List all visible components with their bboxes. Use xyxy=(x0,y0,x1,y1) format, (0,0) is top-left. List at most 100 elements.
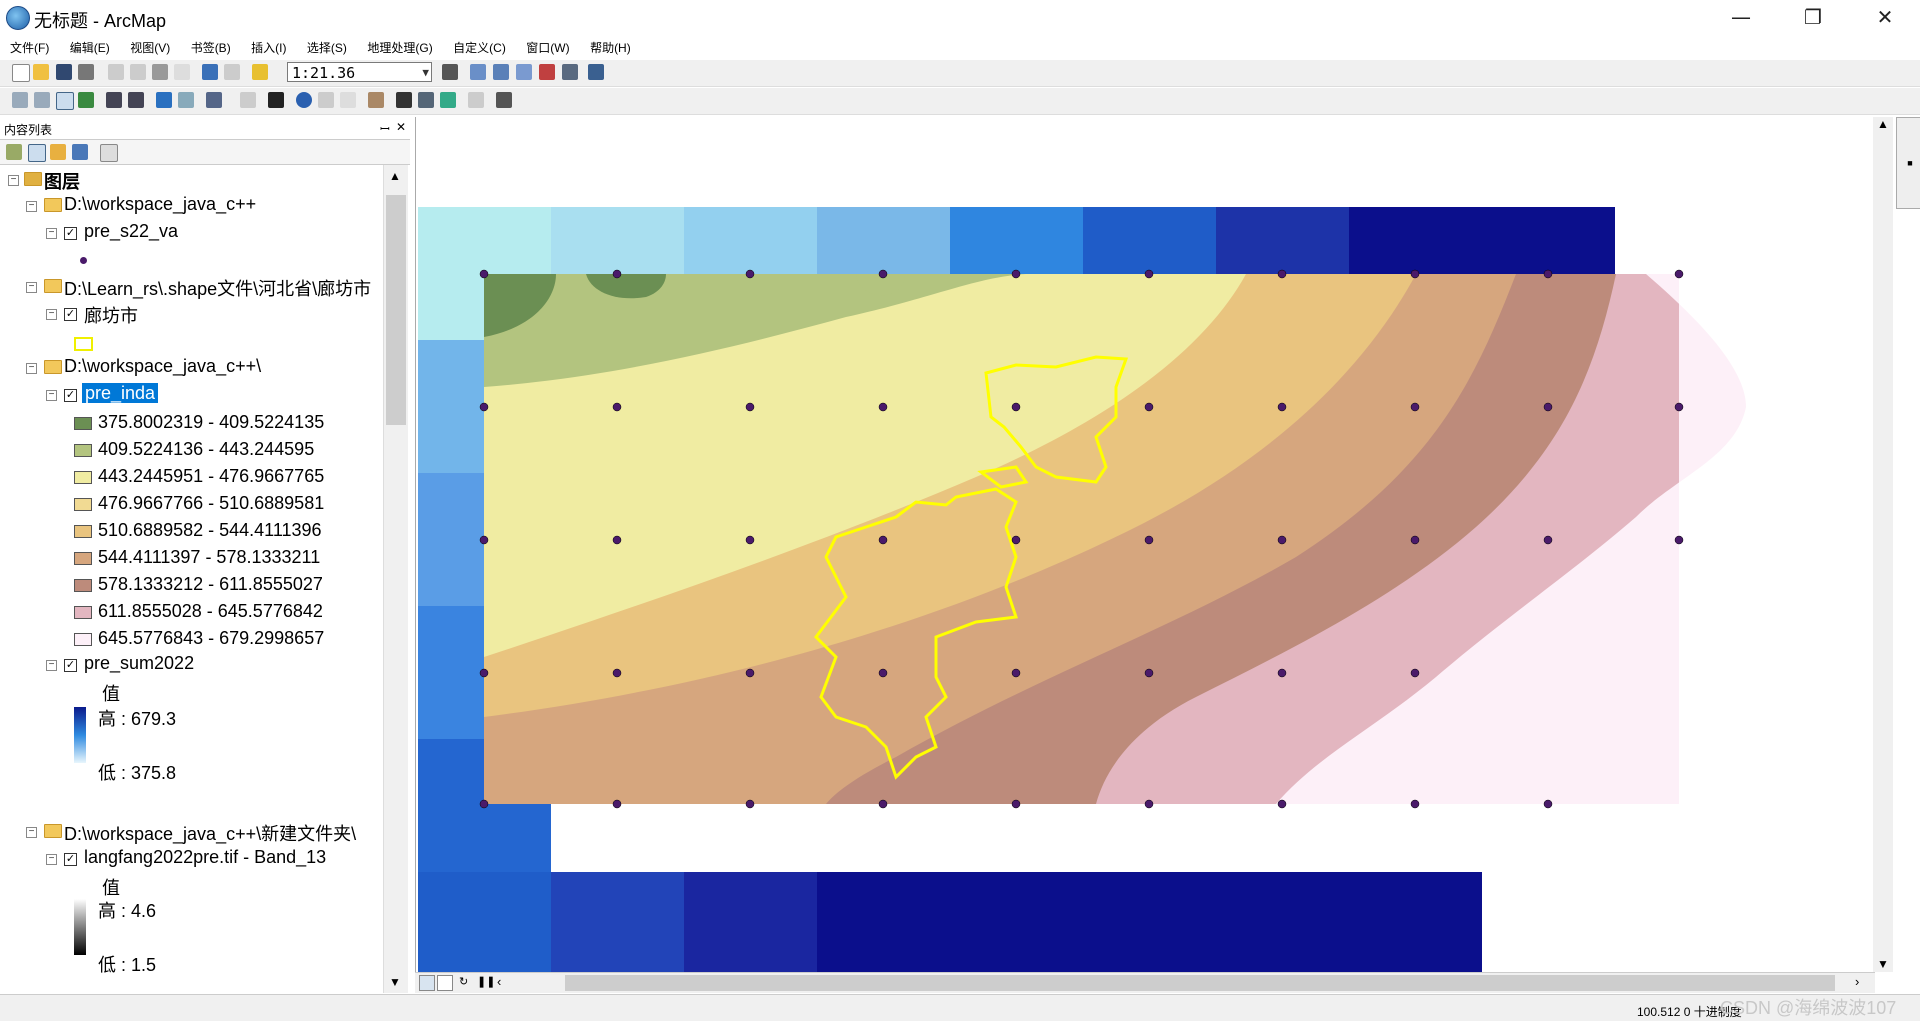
class-swatch[interactable] xyxy=(74,633,92,646)
toc-close-icon[interactable]: ✕ xyxy=(396,120,406,134)
scroll-up-icon[interactable]: ▲ xyxy=(1877,117,1889,131)
scroll-right-icon[interactable]: › xyxy=(1855,974,1859,989)
layer-visibility-checkbox[interactable]: ✓ xyxy=(64,659,77,672)
toc-vertical-scrollbar[interactable]: ▲ ▼ xyxy=(383,165,408,993)
select-features-icon[interactable] xyxy=(206,92,222,108)
data-view-icon[interactable] xyxy=(419,975,435,991)
class-swatch[interactable] xyxy=(74,579,92,592)
class-swatch[interactable] xyxy=(74,606,92,619)
menu-insert[interactable]: 插入(I) xyxy=(241,36,292,56)
map-scale-combobox[interactable]: 1:21.36 ▼ xyxy=(287,62,432,82)
cut-icon[interactable] xyxy=(108,64,124,80)
collapse-icon[interactable]: − xyxy=(46,390,57,401)
minimize-button[interactable]: — xyxy=(1712,0,1770,34)
editor-toolbar-icon[interactable] xyxy=(442,64,458,80)
map-display[interactable] xyxy=(415,117,1876,1005)
arctoolbox-tab[interactable]: ■ xyxy=(1896,117,1920,209)
list-by-drawing-order-icon[interactable] xyxy=(6,144,22,160)
add-data-icon[interactable] xyxy=(252,64,268,80)
find-binoculars-icon[interactable] xyxy=(396,92,412,108)
create-viewer-icon[interactable] xyxy=(496,92,512,108)
scroll-left-icon[interactable]: ‹ xyxy=(497,974,501,989)
menu-file[interactable]: 文件(F) xyxy=(0,36,55,56)
list-by-selection-icon[interactable] xyxy=(72,144,88,160)
pin-icon[interactable]: ꟷ xyxy=(380,120,390,137)
collapse-icon[interactable]: − xyxy=(26,363,37,374)
measure-icon[interactable] xyxy=(368,92,384,108)
map-vertical-scrollbar[interactable]: ▲ ▼ xyxy=(1873,117,1893,972)
collapse-icon[interactable]: − xyxy=(46,228,57,239)
identify-icon[interactable] xyxy=(296,92,312,108)
menu-view[interactable]: 视图(V) xyxy=(120,36,176,56)
table-of-contents-icon[interactable] xyxy=(470,64,486,80)
layer-name[interactable]: 廊坊市 xyxy=(84,302,138,328)
map-canvas[interactable] xyxy=(416,117,1876,1005)
html-popup-icon[interactable] xyxy=(340,92,356,108)
save-icon[interactable] xyxy=(56,64,72,80)
restore-button[interactable]: ❐ xyxy=(1784,0,1842,34)
time-slider-icon[interactable] xyxy=(468,92,484,108)
scroll-up-icon[interactable]: ▲ xyxy=(389,169,401,183)
collapse-icon[interactable]: − xyxy=(46,854,57,865)
menu-bookmarks[interactable]: 书签(B) xyxy=(181,36,237,56)
class-swatch[interactable] xyxy=(74,417,92,430)
layer-visibility-checkbox[interactable]: ✓ xyxy=(64,227,77,240)
refresh-icon[interactable]: ↻ xyxy=(459,975,468,988)
list-by-visibility-icon[interactable] xyxy=(50,144,66,160)
copy-icon[interactable] xyxy=(130,64,146,80)
class-swatch[interactable] xyxy=(74,444,92,457)
layer-visibility-checkbox[interactable]: ✓ xyxy=(64,389,77,402)
layer-visibility-checkbox[interactable]: ✓ xyxy=(64,308,77,321)
class-swatch[interactable] xyxy=(74,552,92,565)
modelbuilder-icon[interactable] xyxy=(588,64,604,80)
menu-customize[interactable]: 自定义(C) xyxy=(443,36,512,56)
collapse-icon[interactable]: − xyxy=(46,309,57,320)
collapse-icon[interactable]: − xyxy=(26,282,37,293)
menu-windows[interactable]: 窗口(W) xyxy=(516,36,575,56)
layer-name[interactable]: pre_sum2022 xyxy=(84,653,194,674)
class-swatch[interactable] xyxy=(74,525,92,538)
zoom-in-icon[interactable] xyxy=(12,92,28,108)
menu-edit[interactable]: 编辑(E) xyxy=(60,36,116,56)
menu-selection[interactable]: 选择(S) xyxy=(297,36,353,56)
zoom-out-icon[interactable] xyxy=(34,92,50,108)
menu-help[interactable]: 帮助(H) xyxy=(580,36,637,56)
find-route-icon[interactable] xyxy=(418,92,434,108)
class-swatch[interactable] xyxy=(74,471,92,484)
layer-name[interactable]: pre_s22_va xyxy=(84,221,178,242)
list-by-source-icon[interactable] xyxy=(28,144,46,162)
new-document-icon[interactable] xyxy=(12,64,30,82)
toc-scroll-thumb[interactable] xyxy=(386,195,406,425)
layer-visibility-checkbox[interactable]: ✓ xyxy=(64,853,77,866)
hyperlink-icon[interactable] xyxy=(318,92,334,108)
collapse-icon[interactable]: − xyxy=(26,201,37,212)
arctoolbox-icon[interactable] xyxy=(539,64,555,80)
catalog-window-icon[interactable] xyxy=(493,64,509,80)
go-to-xy-icon[interactable] xyxy=(440,92,456,108)
chevron-down-icon[interactable]: ▼ xyxy=(422,63,429,83)
clear-selection-icon[interactable] xyxy=(240,92,256,108)
full-extent-globe-icon[interactable] xyxy=(78,92,94,108)
search-window-icon[interactable] xyxy=(516,64,532,80)
pause-drawing-icon[interactable]: ❚❚ xyxy=(477,975,495,988)
scroll-down-icon[interactable]: ▼ xyxy=(1877,957,1889,971)
collapse-icon[interactable]: − xyxy=(26,827,37,838)
undo-icon[interactable] xyxy=(202,64,218,80)
collapse-icon[interactable]: − xyxy=(8,175,19,186)
layer-name[interactable]: langfang2022pre.tif - Band_13 xyxy=(84,847,326,868)
map-scroll-thumb[interactable] xyxy=(565,975,1835,991)
fixed-zoom-out-icon[interactable] xyxy=(128,92,144,108)
layer-name-selected[interactable]: pre_inda xyxy=(82,383,159,404)
back-arrow-icon[interactable] xyxy=(156,92,172,108)
select-elements-arrow-icon[interactable] xyxy=(268,92,284,108)
collapse-icon[interactable]: − xyxy=(46,660,57,671)
delete-icon[interactable] xyxy=(174,64,190,80)
forward-arrow-icon[interactable] xyxy=(178,92,194,108)
paste-icon[interactable] xyxy=(152,64,168,80)
fixed-zoom-in-icon[interactable] xyxy=(106,92,122,108)
class-swatch[interactable] xyxy=(74,498,92,511)
scroll-down-icon[interactable]: ▼ xyxy=(389,975,401,989)
data-frame-layers[interactable]: 图层 xyxy=(44,168,80,194)
pan-hand-icon[interactable] xyxy=(56,92,74,110)
layout-view-icon[interactable] xyxy=(437,975,453,991)
